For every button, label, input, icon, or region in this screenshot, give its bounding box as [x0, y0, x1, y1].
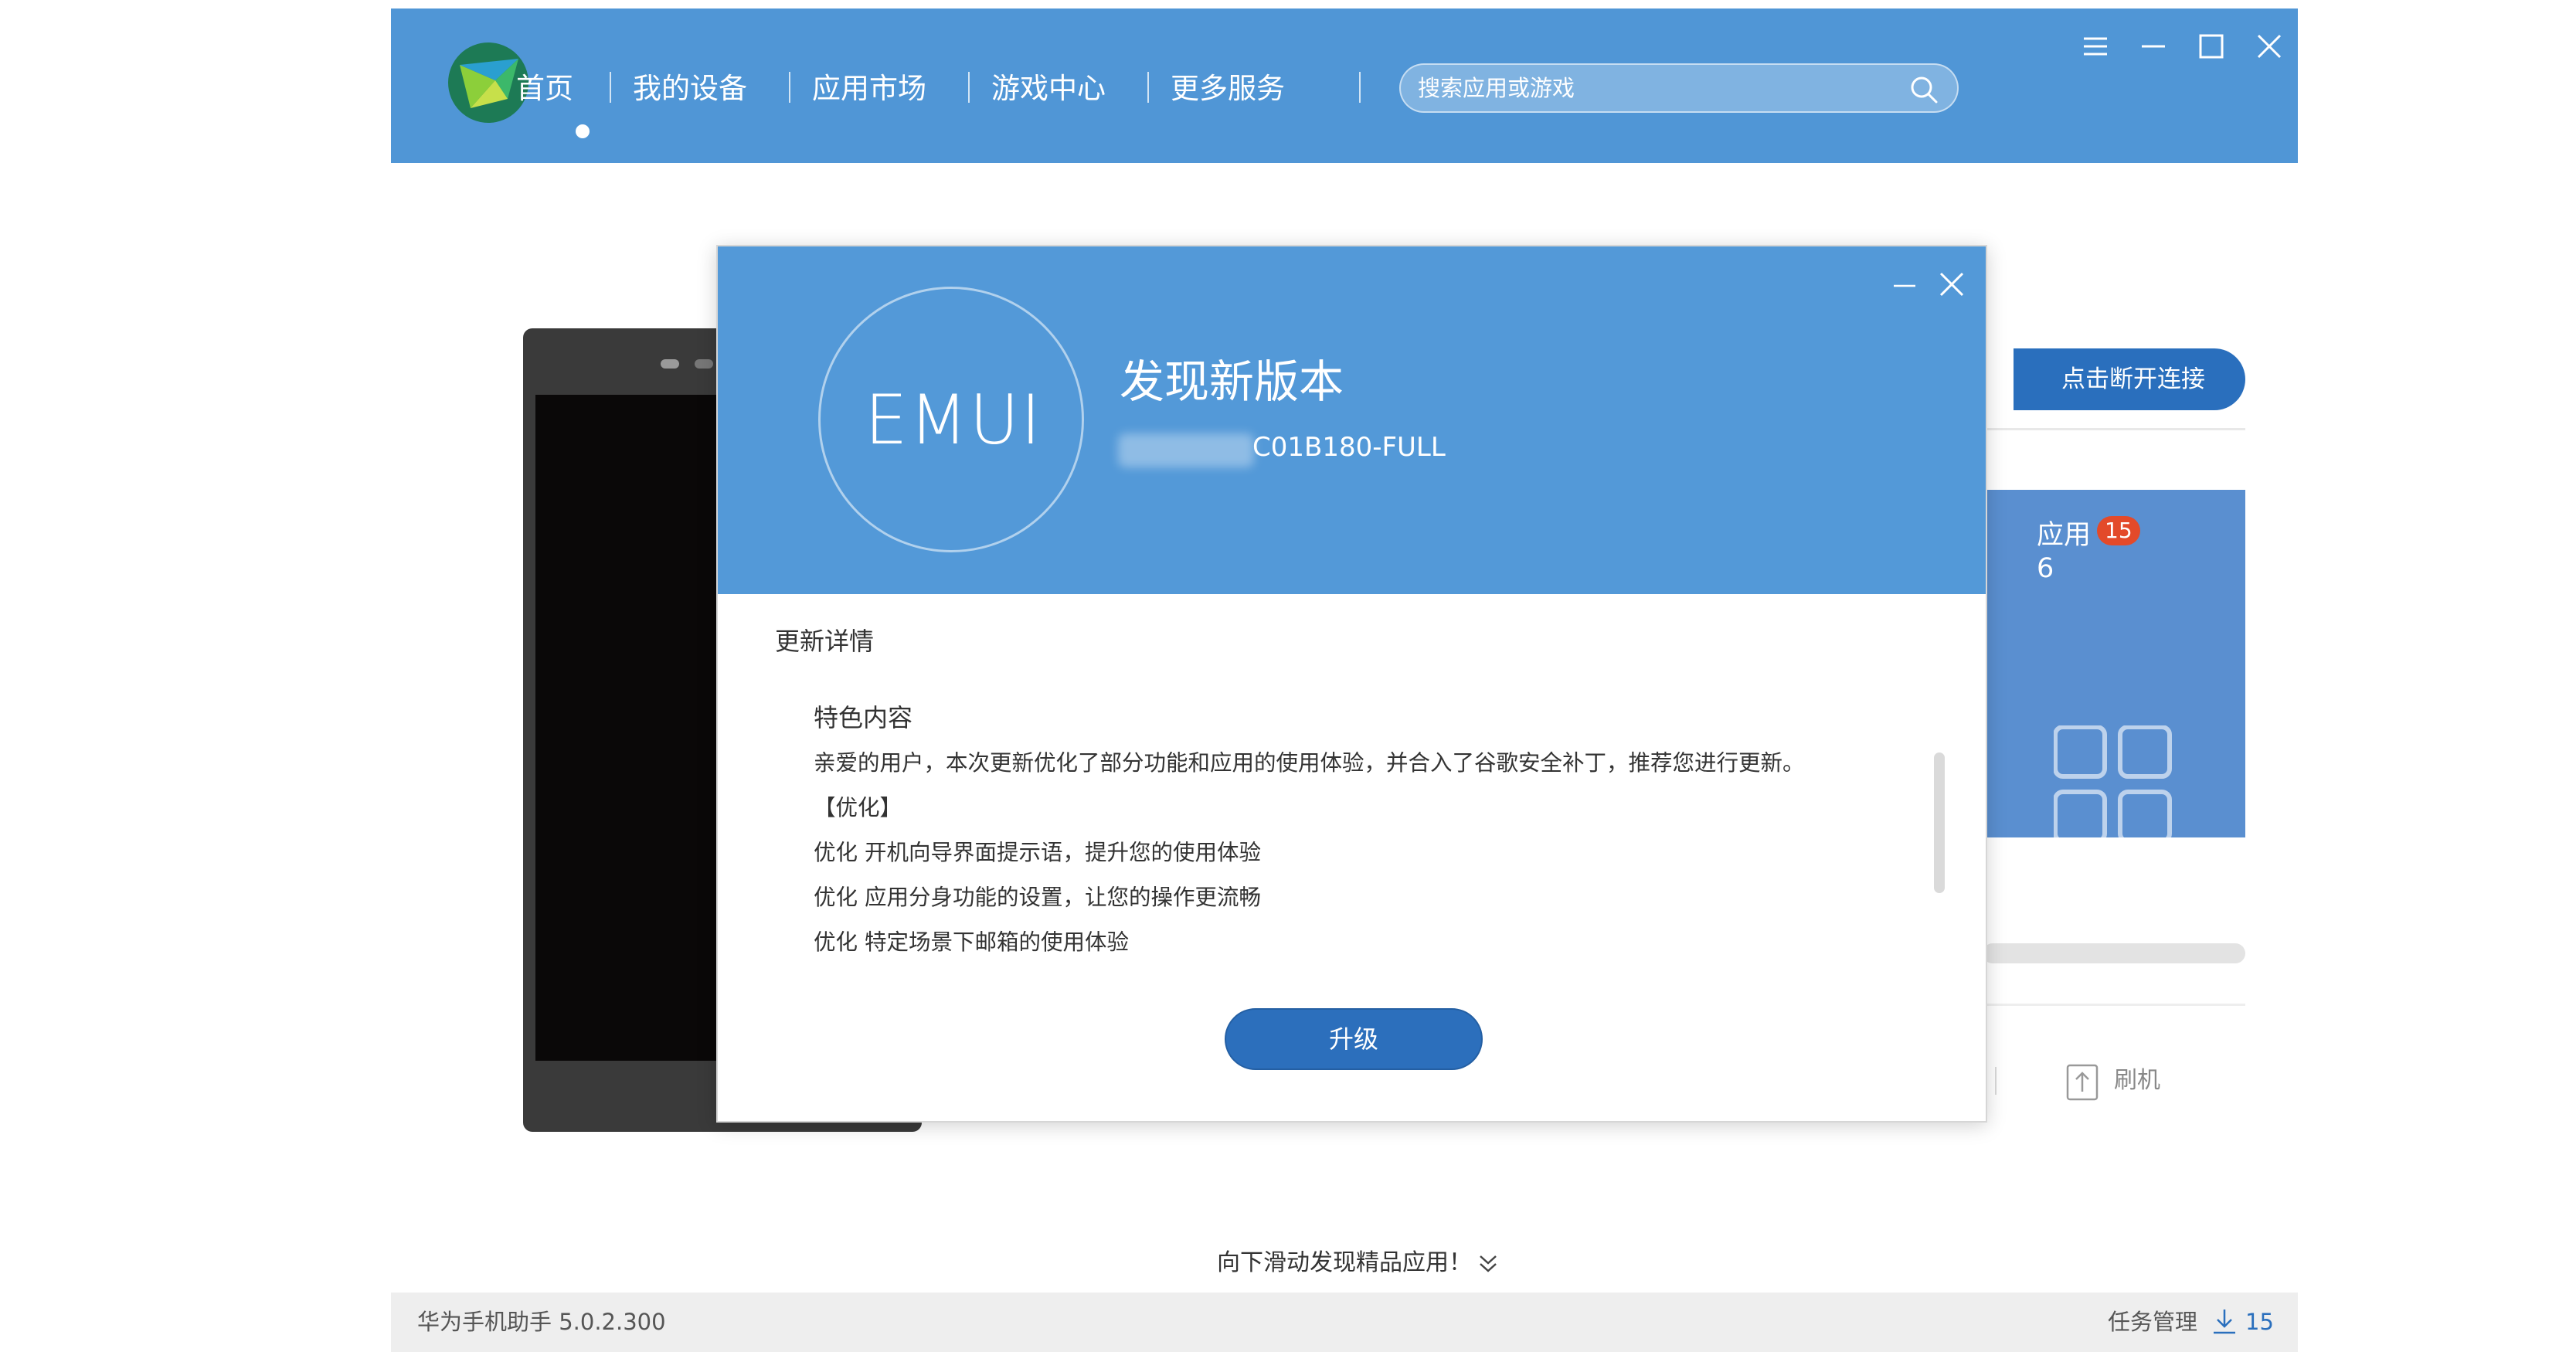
search-input[interactable]: [1416, 65, 1880, 111]
emui-logo: EMUI: [818, 287, 1084, 552]
task-count: 15: [2245, 1309, 2274, 1335]
apps-grid-icon: [2054, 725, 2172, 837]
storage-progress-bar: [1983, 943, 2245, 963]
search-icon[interactable]: [1909, 75, 1939, 104]
flash-rom-label: 刷机: [2114, 1067, 2160, 1094]
dialog-minimize-icon[interactable]: [1891, 273, 1918, 299]
nav-separator: [1147, 72, 1149, 103]
nav-separator: [789, 72, 790, 103]
update-details-heading: 更新详情: [775, 627, 875, 656]
apps-count: 6: [2037, 553, 2054, 584]
release-note-line: 亲爱的用户，本次更新优化了部分功能和应用的使用体验，并合入了谷歌安全补丁，推荐您…: [814, 750, 1805, 776]
search-box: [1399, 63, 1959, 113]
top-navigation-bar: 首页 我的设备 应用市场 游戏中心 更多服务: [391, 8, 2298, 163]
nav-separator: [610, 72, 611, 103]
nav-tab-home[interactable]: 首页: [516, 66, 573, 112]
nav-tab-more-services[interactable]: 更多服务: [1171, 66, 1285, 112]
disconnect-button[interactable]: 点击断开连接: [2014, 348, 2245, 410]
release-note-line: 优化 应用分身功能的设置，让您的操作更流畅: [814, 885, 1262, 910]
dialog-header: EMUI 发现新版本 C01B180-FULL: [718, 246, 1986, 594]
menu-icon[interactable]: [2081, 32, 2110, 61]
features-heading: 特色内容: [814, 703, 913, 732]
download-icon[interactable]: [2211, 1308, 2238, 1336]
dialog-close-icon[interactable]: [1937, 270, 1966, 299]
release-note-line: 优化 开机向导界面提示语，提升您的使用体验: [814, 840, 1262, 865]
status-bar: 华为手机助手 5.0.2.300 任务管理 15: [391, 1293, 2298, 1352]
nav-separator: [968, 72, 970, 103]
release-note-line: 优化 特定场景下邮箱的使用体验: [814, 929, 1130, 955]
firmware-version-label: C01B180-FULL: [1252, 432, 1446, 463]
update-dialog: EMUI 发现新版本 C01B180-FULL 更新详情 特色内容 亲爱的用户，…: [716, 245, 1987, 1123]
active-tab-indicator: [576, 124, 590, 138]
emui-logo-text: EMUI: [865, 380, 1042, 460]
close-icon[interactable]: [2255, 32, 2284, 61]
release-notes-scrollbar[interactable]: [1934, 752, 1945, 893]
scroll-hint[interactable]: 向下滑动发现精品应用！: [1217, 1245, 1472, 1282]
release-note-line: 【优化】: [814, 795, 902, 820]
divider: [1995, 1067, 1997, 1095]
phone-sensor: [695, 359, 713, 369]
nav-tab-app-market[interactable]: 应用市场: [812, 66, 926, 112]
nav-tab-my-devices[interactable]: 我的设备: [633, 66, 747, 112]
apps-tile[interactable]: 应用 15 6: [1983, 490, 2245, 837]
upload-icon: [2066, 1064, 2099, 1101]
app-version-label: 华为手机助手 5.0.2.300: [417, 1309, 666, 1335]
double-chevron-down-icon[interactable]: [1477, 1253, 1500, 1275]
dialog-title: 发现新版本: [1120, 355, 1344, 408]
task-manager-link[interactable]: 任务管理: [2108, 1293, 2197, 1352]
apps-update-badge: 15: [2097, 516, 2140, 545]
upgrade-button[interactable]: 升级: [1225, 1008, 1483, 1070]
divider: [1983, 1004, 2245, 1006]
apps-tile-label: 应用: [2037, 520, 2092, 551]
divider: [1983, 428, 2245, 430]
nav-separator: [1359, 72, 1361, 103]
phone-speaker: [661, 359, 679, 369]
redacted-version-prefix: [1118, 433, 1254, 467]
nav-tab-game-center[interactable]: 游戏中心: [991, 66, 1106, 112]
maximize-icon[interactable]: [2197, 32, 2226, 61]
minimize-icon[interactable]: [2139, 32, 2168, 61]
